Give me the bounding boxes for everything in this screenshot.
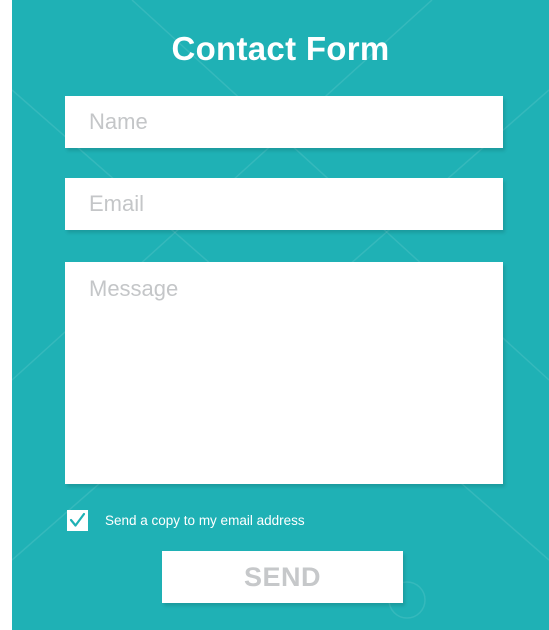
send-copy-row: Send a copy to my email address	[67, 509, 305, 531]
name-input[interactable]	[65, 96, 503, 148]
page-title: Contact Form	[171, 30, 390, 67]
message-textarea[interactable]	[65, 262, 503, 484]
contact-form-panel: Contact Form Send a copy to my email add…	[12, 0, 549, 630]
check-icon	[69, 512, 86, 527]
page-frame: Contact Form Send a copy to my email add…	[0, 0, 549, 630]
email-input[interactable]	[65, 178, 503, 230]
send-button[interactable]: SEND	[162, 551, 403, 603]
send-copy-label: Send a copy to my email address	[105, 512, 305, 528]
send-copy-checkbox[interactable]	[67, 509, 88, 531]
